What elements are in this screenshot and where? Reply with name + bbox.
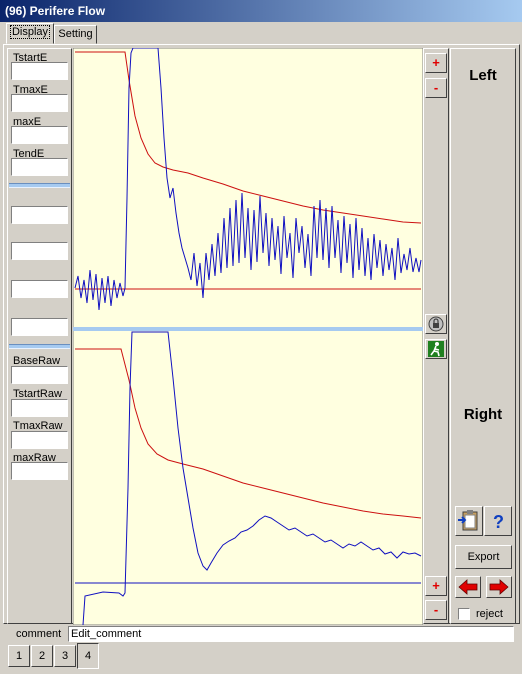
tstartraw-field[interactable] [11,399,68,417]
clipboard-icon [458,510,478,531]
plot-divider[interactable] [73,327,423,331]
page-tab-2[interactable]: 2 [31,645,53,667]
window-title: (96) Perifere Flow [0,0,522,22]
right-panel [450,48,516,624]
maxe-field[interactable] [11,126,68,144]
paste-clipboard-button[interactable] [455,506,483,536]
scale-column [423,48,449,624]
bottom-zoom-out-button[interactable]: - [425,600,447,620]
maxraw-field[interactable] [11,462,68,480]
next-button[interactable] [486,576,512,598]
page-tab-4[interactable]: 4 [77,643,99,669]
help-button[interactable]: ? [484,506,512,536]
flow-plot-area[interactable] [73,48,423,625]
top-zoom-in-button[interactable]: + [425,53,447,73]
tstarte-field[interactable] [11,62,68,80]
page-tab-3[interactable]: 3 [54,645,76,667]
bottom-zoom-in-button[interactable]: + [425,576,447,596]
tende-field[interactable] [11,158,68,176]
lock-icon [428,316,444,332]
tab-setting[interactable]: Setting [54,25,97,44]
extra-field-3[interactable] [11,280,68,298]
right-side-label: Right [463,406,503,423]
reject-label: reject [476,608,503,620]
red-arrow-left-icon [458,579,478,595]
auto-run-button[interactable] [425,339,447,359]
red-arrow-right-icon [489,579,509,595]
comment-label: comment [16,628,62,640]
lock-button[interactable] [425,314,447,334]
tab-display-label: Display [9,25,51,39]
extra-field-4[interactable] [11,318,68,336]
help-icon: ? [493,512,504,532]
running-man-icon [428,341,444,357]
tab-setting-label: Setting [58,28,93,40]
plot-background [73,48,423,625]
extra-field-1[interactable] [11,206,68,224]
divider-2 [9,344,70,349]
svg-text:?: ? [493,512,504,532]
export-button[interactable]: Export [455,545,512,569]
tab-display[interactable]: Display [6,23,54,44]
page-tab-1[interactable]: 1 [8,645,30,667]
extra-field-2[interactable] [11,242,68,260]
left-side-label: Left [469,67,497,84]
baseraw-field[interactable] [11,366,68,384]
top-zoom-out-button[interactable]: - [425,78,447,98]
comment-input[interactable]: Edit_comment [68,626,514,642]
divider-1 [9,183,70,188]
tmaxe-field[interactable] [11,94,68,112]
reject-checkbox[interactable] [458,608,470,620]
tmaxraw-field[interactable] [11,431,68,449]
previous-button[interactable] [455,576,481,598]
